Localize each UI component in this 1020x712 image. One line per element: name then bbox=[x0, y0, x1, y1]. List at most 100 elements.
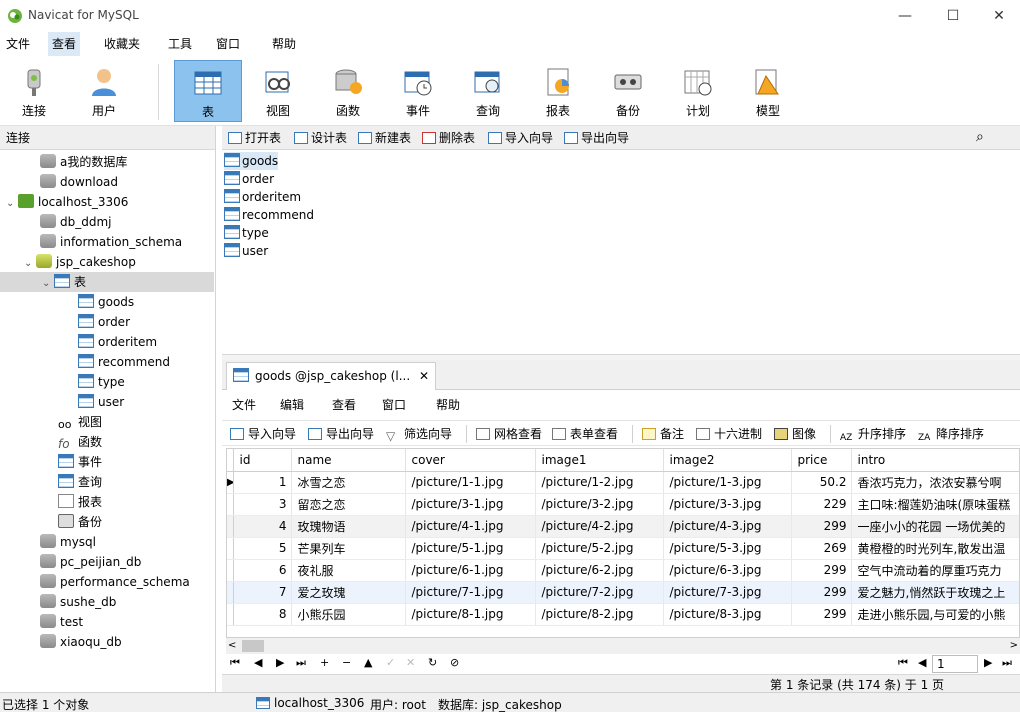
tree-db-sushe_db[interactable]: sushe_db bbox=[40, 592, 116, 612]
menu-window[interactable]: 窗口 bbox=[212, 32, 244, 56]
toolbar-model-button[interactable]: 模型 bbox=[734, 60, 802, 122]
next-page-button[interactable]: ▶ bbox=[984, 656, 992, 669]
last-page-button[interactable]: ⏭ bbox=[1002, 656, 1012, 670]
export-wizard-button[interactable]: 导出向导 bbox=[564, 128, 629, 148]
tree-db-a[interactable]: a我的数据库 bbox=[40, 152, 127, 172]
minimize-button[interactable]: — bbox=[882, 0, 928, 32]
refresh-button[interactable]: ↻ bbox=[428, 656, 437, 669]
cell-id[interactable]: 1 bbox=[233, 471, 292, 494]
cell-cover[interactable]: /picture/3-1.jpg bbox=[405, 493, 536, 516]
toolbar-report-button[interactable]: 报表 bbox=[524, 60, 592, 122]
toolbar-connect-button[interactable]: 连接 bbox=[0, 60, 68, 122]
cell-cover[interactable]: /picture/6-1.jpg bbox=[405, 559, 536, 582]
cell-cover[interactable]: /picture/5-1.jpg bbox=[405, 537, 536, 560]
open-table-button[interactable]: 打开表 bbox=[228, 128, 281, 148]
add-record-button[interactable]: + bbox=[320, 656, 329, 669]
tab-close-icon[interactable]: ✕ bbox=[419, 363, 429, 389]
cell-image1[interactable]: /picture/4-2.jpg bbox=[535, 515, 664, 538]
cell-intro[interactable]: 空气中流动着的厚重巧克力 bbox=[851, 559, 1019, 582]
cell-name[interactable]: 芒果列车 bbox=[291, 537, 406, 560]
table-row[interactable]: 4 玫瑰物语 /picture/4-1.jpg /picture/4-2.jpg… bbox=[227, 515, 1019, 538]
first-page-button[interactable]: ⏮ bbox=[898, 656, 908, 670]
cell-image2[interactable]: /picture/7-3.jpg bbox=[663, 581, 792, 604]
column-header-name[interactable]: name bbox=[291, 449, 406, 472]
next-record-button[interactable]: ▶ bbox=[276, 656, 284, 669]
scroll-left-icon[interactable]: < bbox=[228, 638, 236, 654]
discard-changes-button[interactable]: ✕ bbox=[406, 656, 415, 669]
delete-record-button[interactable]: − bbox=[342, 656, 351, 669]
first-record-button[interactable]: ⏮ bbox=[230, 656, 240, 670]
cell-id[interactable]: 5 bbox=[233, 537, 292, 560]
table-row[interactable]: 3 留恋之恋 /picture/3-1.jpg /picture/3-2.jpg… bbox=[227, 493, 1019, 516]
tree-db-download[interactable]: download bbox=[40, 172, 118, 192]
tree-folder-backups[interactable]: 备份 bbox=[58, 512, 102, 532]
tree-table-type[interactable]: type bbox=[78, 372, 125, 392]
filter-wizard-button[interactable]: ▽ 筛选向导 bbox=[386, 425, 452, 443]
table-menu-window[interactable]: 窗口 bbox=[382, 396, 406, 413]
tree-folder-queries[interactable]: 查询 bbox=[58, 472, 102, 492]
cell-intro[interactable]: 爱之魅力,悄然跃于玫瑰之上 bbox=[851, 581, 1019, 604]
toolbar-query-button[interactable]: 查询 bbox=[454, 60, 522, 122]
column-header-image2[interactable]: image2 bbox=[663, 449, 792, 472]
cell-price[interactable]: 299 bbox=[791, 515, 852, 538]
page-number-input[interactable]: 1 bbox=[932, 655, 978, 673]
apply-changes-button[interactable]: ✓ bbox=[386, 656, 395, 669]
tree-db-pc_peijian_db[interactable]: pc_peijian_db bbox=[40, 552, 141, 572]
object-item-goods[interactable]: goods bbox=[224, 152, 279, 170]
cell-image2[interactable]: /picture/4-3.jpg bbox=[663, 515, 792, 538]
menu-view[interactable]: 查看 bbox=[48, 32, 81, 56]
design-table-button[interactable]: 设计表 bbox=[294, 128, 347, 148]
cell-id[interactable]: 6 bbox=[233, 559, 292, 582]
tree-db-xiaoqu_db[interactable]: xiaoqu_db bbox=[40, 632, 122, 652]
cell-image2[interactable]: /picture/5-3.jpg bbox=[663, 537, 792, 560]
tree-db-information_schema[interactable]: information_schema bbox=[40, 232, 182, 252]
cell-image1[interactable]: /picture/6-2.jpg bbox=[535, 559, 664, 582]
sort-ascending-button[interactable]: AZ 升序排序 bbox=[840, 425, 906, 443]
scroll-right-icon[interactable]: > bbox=[1010, 638, 1018, 654]
table-row[interactable]: 8 小熊乐园 /picture/8-1.jpg /picture/8-2.jpg… bbox=[227, 603, 1019, 626]
stop-button[interactable]: ⊘ bbox=[450, 656, 459, 669]
menu-favorites[interactable]: 收藏夹 bbox=[100, 32, 144, 56]
last-record-button[interactable]: ⏭ bbox=[296, 656, 306, 670]
toolbar-user-button[interactable]: 用户 bbox=[70, 60, 138, 122]
export-wizard-button[interactable]: 导出向导 bbox=[308, 425, 374, 443]
cell-id[interactable]: 7 bbox=[233, 581, 292, 604]
column-header-intro[interactable]: intro bbox=[851, 449, 1019, 472]
cell-intro[interactable]: 走进小熊乐园,与可爱的小熊 bbox=[851, 603, 1019, 626]
cell-image2[interactable]: /picture/3-3.jpg bbox=[663, 493, 792, 516]
tree-table-orderitem[interactable]: orderitem bbox=[78, 332, 157, 352]
object-item-orderitem[interactable]: orderitem bbox=[224, 188, 301, 206]
tree-folder-tables[interactable]: ⌄ 表 bbox=[0, 272, 214, 292]
import-wizard-button[interactable]: 导入向导 bbox=[230, 425, 296, 443]
cell-cover[interactable]: /picture/7-1.jpg bbox=[405, 581, 536, 604]
cell-image1[interactable]: /picture/8-2.jpg bbox=[535, 603, 664, 626]
cell-image1[interactable]: /picture/1-2.jpg bbox=[535, 471, 664, 494]
toolbar-table-button[interactable]: 表 bbox=[174, 60, 242, 122]
horizontal-scrollbar[interactable]: < > bbox=[226, 638, 1020, 654]
cell-name[interactable]: 小熊乐园 bbox=[291, 603, 406, 626]
memo-button[interactable]: 备注 bbox=[642, 425, 684, 443]
hex-button[interactable]: 十六进制 bbox=[696, 425, 762, 443]
table-menu-view[interactable]: 查看 bbox=[332, 396, 356, 413]
tree-folder-events[interactable]: 事件 bbox=[58, 452, 102, 472]
cell-cover[interactable]: /picture/4-1.jpg bbox=[405, 515, 536, 538]
cell-image2[interactable]: /picture/1-3.jpg bbox=[663, 471, 792, 494]
cell-price[interactable]: 229 bbox=[791, 493, 852, 516]
column-header-price[interactable]: price bbox=[791, 449, 852, 472]
move-up-button[interactable]: ▲ bbox=[364, 656, 372, 669]
search-icon[interactable]: ⌕ bbox=[976, 129, 984, 145]
object-item-order[interactable]: order bbox=[224, 170, 274, 188]
table-row[interactable]: ▶ 1 冰雪之恋 /picture/1-1.jpg /picture/1-2.j… bbox=[227, 471, 1019, 494]
sort-descending-button[interactable]: ZA 降序排序 bbox=[918, 425, 984, 443]
cell-price[interactable]: 299 bbox=[791, 603, 852, 626]
cell-price[interactable]: 299 bbox=[791, 559, 852, 582]
cell-image2[interactable]: /picture/6-3.jpg bbox=[663, 559, 792, 582]
table-row[interactable]: 6 夜礼服 /picture/6-1.jpg /picture/6-2.jpg … bbox=[227, 559, 1019, 582]
cell-name[interactable]: 玫瑰物语 bbox=[291, 515, 406, 538]
tree-table-order[interactable]: order bbox=[78, 312, 130, 332]
cell-intro[interactable]: 香浓巧克力，浓浓安慕兮啊 bbox=[851, 471, 1019, 494]
cell-image1[interactable]: /picture/7-2.jpg bbox=[535, 581, 664, 604]
menu-help[interactable]: 帮助 bbox=[268, 32, 300, 56]
table-menu-file[interactable]: 文件 bbox=[232, 396, 256, 413]
column-header-image1[interactable]: image1 bbox=[535, 449, 664, 472]
